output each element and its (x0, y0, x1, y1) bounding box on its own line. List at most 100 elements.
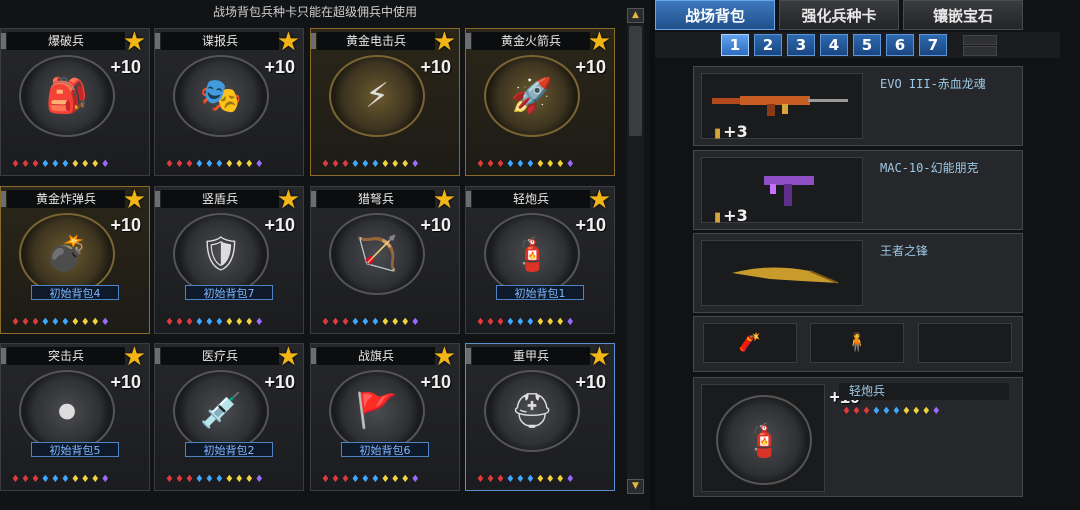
gem-icon: ♦ (545, 317, 556, 328)
page-up-icon[interactable] (963, 35, 997, 45)
class-card[interactable]: 黄金电击兵 ★ ⚡ +10 ♦♦♦♦♦♦♦♦♦♦ (310, 28, 460, 176)
class-card[interactable]: 战旗兵 ★ 🚩 +10 初始背包6 ♦♦♦♦♦♦♦♦♦♦ (310, 343, 460, 491)
mortar-icon: 🧯 (510, 234, 554, 274)
initial-pack-badge: 初始背包1 (496, 285, 584, 300)
class-card[interactable]: 竖盾兵 ★ 🛡 +10 初始背包7 ♦♦♦♦♦♦♦♦♦♦ (154, 186, 304, 334)
card-tab (311, 191, 316, 207)
gem-icon: ♦ (525, 317, 536, 328)
gem-icon: ♦ (476, 159, 486, 170)
card-tab (1, 348, 6, 364)
gem-icon: ♦ (244, 159, 255, 170)
gem-icon: ♦ (30, 317, 41, 328)
gem-icon: ♦ (11, 474, 21, 485)
card-tab (466, 348, 471, 364)
current-card-slot[interactable]: 🧯 +10 轻炮兵 ♦♦♦♦♦♦♦♦♦♦ (693, 377, 1023, 497)
gem-icon: ♦ (410, 159, 421, 170)
card-title: 重甲兵 (472, 347, 590, 365)
scroll-down-icon[interactable]: ▼ (627, 479, 644, 494)
gem-icon: ♦ (20, 474, 31, 485)
assault-device-icon: ⏺ (58, 391, 76, 431)
empty-slot[interactable] (918, 323, 1012, 363)
gem-icon: ♦ (881, 406, 892, 417)
page-down-icon[interactable] (963, 46, 997, 56)
card-emblem: 🚩 (329, 370, 425, 452)
grenade-icon[interactable]: 🧨 (703, 323, 797, 363)
initial-pack-badge: 初始背包2 (185, 442, 273, 457)
bullet-icon: ▮ (714, 210, 722, 225)
star-icon: ★ (587, 185, 611, 215)
tab-battle-backpack[interactable]: 战场背包 (655, 0, 775, 30)
gem-icon: ♦ (495, 474, 506, 485)
slot-count: ▮ +3 (714, 206, 748, 225)
gem-icon: ♦ (545, 474, 556, 485)
class-card[interactable]: 轻炮兵 ★ 🧯 +10 初始背包1 ♦♦♦♦♦♦♦♦♦♦ (465, 186, 615, 334)
gem-icon: ♦ (254, 317, 265, 328)
gem-row: ♦♦♦♦♦♦♦♦♦♦ (11, 159, 111, 170)
class-card[interactable]: 重甲兵 ★ ⛑ +10 ♦♦♦♦♦♦♦♦♦♦ (465, 343, 615, 491)
tab-enhance-card[interactable]: 强化兵种卡 (779, 0, 899, 30)
card-emblem: ⏺ (19, 370, 115, 452)
weapon-slot-melee[interactable]: 王者之锋 (693, 233, 1023, 313)
tab-inlay-gem[interactable]: 镶嵌宝石 (903, 0, 1023, 30)
gem-icon: ♦ (174, 317, 185, 328)
scroll-up-icon[interactable]: ▲ (627, 8, 644, 23)
page-button-3[interactable]: 3 (787, 34, 815, 56)
page-button-6[interactable]: 6 (886, 34, 914, 56)
mortar-icon: 🧯 (742, 420, 786, 460)
card-tab (155, 348, 160, 364)
gem-icon: ♦ (340, 474, 351, 485)
page-button-2[interactable]: 2 (754, 34, 782, 56)
page-button-7[interactable]: 7 (919, 34, 947, 56)
notice-text: 战场背包兵种卡只能在超级佣兵中使用 (212, 5, 417, 19)
class-card[interactable]: 猎弩兵 ★ 🏹 +10 ♦♦♦♦♦♦♦♦♦♦ (310, 186, 460, 334)
character-icon[interactable]: 🧍 (810, 323, 904, 363)
card-bonus: +10 (110, 57, 141, 77)
tab-bar: 战场背包 强化兵种卡 镶嵌宝石 (655, 0, 1080, 30)
card-scrollbar[interactable]: ▲ ▼ (627, 8, 644, 494)
page-button-1[interactable]: 1 (721, 34, 749, 56)
gem-icon: ♦ (545, 159, 556, 170)
gem-icon: ♦ (214, 159, 225, 170)
backpack-panel: 战场背包 强化兵种卡 镶嵌宝石 1 2 3 4 5 6 7 ▮ +3 EVO II… (655, 0, 1080, 510)
gem-row: ♦♦♦♦♦♦♦♦♦♦ (321, 474, 421, 485)
initial-pack-badge: 初始背包7 (185, 285, 273, 300)
weapon-slot-secondary[interactable]: ▮ +3 MAC-10-幻能朋克 (693, 150, 1023, 230)
class-card[interactable]: 谍报兵 ★ 🎭 +10 ♦♦♦♦♦♦♦♦♦♦ (154, 28, 304, 176)
card-emblem: 🎒 (19, 55, 115, 137)
slot-name: EVO III-赤血龙魂 (880, 77, 986, 91)
card-title: 黄金炸弹兵 (7, 190, 125, 208)
weapon-slot-primary[interactable]: ▮ +3 EVO III-赤血龙魂 (693, 66, 1023, 146)
assault-rifle-icon (712, 96, 848, 116)
class-card[interactable]: 黄金火箭兵 ★ 🚀 +10 ♦♦♦♦♦♦♦♦♦♦ (465, 28, 615, 176)
card-emblem: 🚀 (484, 55, 580, 137)
slot-picture (701, 240, 863, 306)
card-title: 突击兵 (7, 347, 125, 365)
class-card[interactable]: 爆破兵 ★ 🎒 +10 ♦♦♦♦♦♦♦♦♦♦ (0, 28, 150, 176)
gem-icon: ♦ (476, 317, 486, 328)
page-button-4[interactable]: 4 (820, 34, 848, 56)
gem-icon: ♦ (321, 474, 331, 485)
gem-icon: ♦ (350, 474, 361, 485)
gem-icon: ♦ (184, 317, 195, 328)
gem-icon: ♦ (224, 474, 235, 485)
class-card[interactable]: 医疗兵 ★ 💉 +10 初始背包2 ♦♦♦♦♦♦♦♦♦♦ (154, 343, 304, 491)
class-card[interactable]: 突击兵 ★ ⏺ +10 初始背包5 ♦♦♦♦♦♦♦♦♦♦ (0, 343, 150, 491)
war-banner-icon: 🚩 (355, 391, 399, 431)
card-title: 黄金电击兵 (317, 32, 435, 50)
gem-icon: ♦ (234, 474, 245, 485)
gem-icon: ♦ (165, 159, 175, 170)
gem-icon: ♦ (370, 474, 381, 485)
card-tab (311, 348, 316, 364)
card-panel: 战场背包兵种卡只能在超级佣兵中使用 爆破兵 ★ 🎒 +10 ♦♦♦♦♦♦♦♦♦♦ 谍报兵 ★… (0, 0, 650, 510)
initial-pack-badge: 初始背包5 (31, 442, 119, 457)
golden-bomb-icon: 💣 (45, 234, 89, 274)
scroll-thumb[interactable] (629, 26, 642, 136)
gem-icon: ♦ (40, 474, 51, 485)
gem-row: ♦♦♦♦♦♦♦♦♦♦ (476, 317, 576, 328)
golden-rocket-icon: 🚀 (510, 76, 554, 116)
gem-icon: ♦ (204, 159, 215, 170)
card-emblem: 🧯 (484, 213, 580, 295)
class-card[interactable]: 黄金炸弹兵 ★ 💣 +10 初始背包4 ♦♦♦♦♦♦♦♦♦♦ (0, 186, 150, 334)
current-card-picture: 🧯 +10 (701, 384, 860, 492)
page-button-5[interactable]: 5 (853, 34, 881, 56)
